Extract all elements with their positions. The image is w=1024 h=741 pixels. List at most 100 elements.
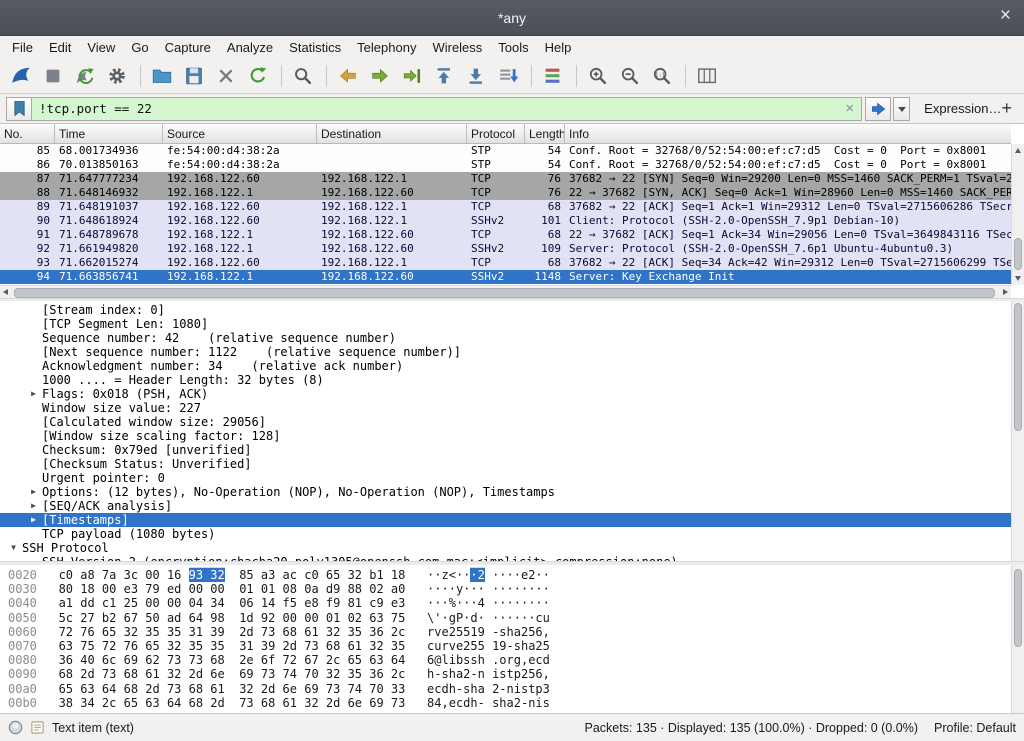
go-first-packet-button[interactable] xyxy=(429,62,459,90)
expand-arrow-icon[interactable]: ▶ xyxy=(25,485,42,499)
packet-row[interactable]: 90 71.648618924 192.168.122.60 192.168.1… xyxy=(0,214,1011,228)
save-file-button[interactable] xyxy=(179,62,209,90)
packet-row[interactable]: 92 71.661949820 192.168.122.1 192.168.12… xyxy=(0,242,1011,256)
find-packet-button[interactable] xyxy=(288,62,318,90)
packet-row[interactable]: 88 71.648146932 192.168.122.1 192.168.12… xyxy=(0,186,1011,200)
detail-line[interactable]: ▶ [Timestamps] xyxy=(0,513,1011,527)
col-header-time[interactable]: Time xyxy=(55,124,163,143)
expression-button[interactable]: Expression… xyxy=(924,101,1001,116)
clear-filter-icon[interactable]: × xyxy=(838,100,861,117)
detail-line[interactable]: Urgent pointer: 0 xyxy=(0,471,1011,485)
menu-wireless[interactable]: Wireless xyxy=(424,40,490,55)
restart-capture-button[interactable] xyxy=(70,62,100,90)
capture-options-button[interactable] xyxy=(102,62,132,90)
detail-line[interactable]: ▶ [SEQ/ACK analysis] xyxy=(0,499,1011,513)
zoom-normal-button[interactable]: 1:1 xyxy=(647,62,677,90)
packet-row[interactable]: 89 71.648191037 192.168.122.60 192.168.1… xyxy=(0,200,1011,214)
go-to-packet-button[interactable] xyxy=(397,62,427,90)
go-back-button[interactable] xyxy=(333,62,363,90)
detail-line[interactable]: ▶ Flags: 0x018 (PSH, ACK) xyxy=(0,387,1011,401)
detail-line[interactable]: Checksum: 0x79ed [unverified] xyxy=(0,443,1011,457)
detail-line[interactable]: TCP payload (1080 bytes) xyxy=(0,527,1011,541)
start-capture-button[interactable] xyxy=(6,62,36,90)
detail-line[interactable]: Window size value: 227 xyxy=(0,401,1011,415)
hex-row[interactable]: 0090 68 2d 73 68 61 32 2d 6e 69 73 74 70… xyxy=(8,667,550,681)
open-file-button[interactable] xyxy=(147,62,177,90)
zoom-in-button[interactable] xyxy=(583,62,613,90)
col-header-protocol[interactable]: Protocol xyxy=(467,124,525,143)
capture-comment-icon[interactable] xyxy=(30,720,45,735)
packet-row[interactable]: 85 68.001734936 fe:54:00:d4:38:2a STP 54… xyxy=(0,144,1011,158)
details-vscroll-thumb[interactable] xyxy=(1014,303,1022,431)
expand-arrow-icon[interactable]: ▶ xyxy=(25,387,42,401)
display-filter-input[interactable] xyxy=(32,101,838,116)
auto-scroll-button[interactable] xyxy=(493,62,523,90)
filter-dropdown-button[interactable] xyxy=(893,97,910,121)
packet-row[interactable]: 91 71.648789678 192.168.122.1 192.168.12… xyxy=(0,228,1011,242)
col-header-source[interactable]: Source xyxy=(163,124,317,143)
detail-line[interactable]: [Next sequence number: 1122 (relative se… xyxy=(0,345,1011,359)
close-file-button[interactable] xyxy=(211,62,241,90)
detail-line[interactable]: [TCP Segment Len: 1080] xyxy=(0,317,1011,331)
expand-arrow-icon[interactable]: ▶ xyxy=(25,513,42,527)
detail-line[interactable]: ▼ SSH Protocol xyxy=(0,541,1011,555)
menu-view[interactable]: View xyxy=(79,40,123,55)
menu-analyze[interactable]: Analyze xyxy=(219,40,281,55)
detail-line[interactable]: ▶ Options: (12 bytes), No-Operation (NOP… xyxy=(0,485,1011,499)
expand-arrow-icon[interactable]: ▼ xyxy=(5,541,22,555)
hex-row[interactable]: 0060 72 76 65 32 35 35 31 39 2d 73 68 61… xyxy=(8,625,550,639)
scroll-up-arrow-icon[interactable] xyxy=(1015,148,1021,153)
hex-row[interactable]: 0070 63 75 72 76 65 32 35 35 31 39 2d 73… xyxy=(8,639,550,653)
display-filter-field[interactable]: × xyxy=(32,97,862,121)
packet-row[interactable]: 86 70.013850163 fe:54:00:d4:38:2a STP 54… xyxy=(0,158,1011,172)
scroll-right-arrow-icon[interactable] xyxy=(1003,289,1008,295)
packet-list-vscrollbar[interactable] xyxy=(1011,144,1024,285)
expert-info-icon[interactable] xyxy=(8,720,23,735)
detail-line[interactable]: Acknowledgment number: 34 (relative ack … xyxy=(0,359,1011,373)
hex-row[interactable]: 0050 5c 27 b2 67 50 ad 64 98 1d 92 00 00… xyxy=(8,611,550,625)
detail-line[interactable]: Sequence number: 42 (relative sequence n… xyxy=(0,331,1011,345)
packet-row[interactable]: 93 71.662015274 192.168.122.60 192.168.1… xyxy=(0,256,1011,270)
expand-arrow-icon[interactable]: ▶ xyxy=(25,499,42,513)
close-window-button[interactable]: × xyxy=(1000,6,1011,26)
packet-row[interactable]: 94 71.663856741 192.168.122.1 192.168.12… xyxy=(0,270,1011,284)
detail-line[interactable]: [Stream index: 0] xyxy=(0,303,1011,317)
resize-columns-button[interactable] xyxy=(692,62,722,90)
menu-statistics[interactable]: Statistics xyxy=(281,40,349,55)
packet-list-vscroll-thumb[interactable] xyxy=(1014,238,1022,270)
hex-row[interactable]: 0020 c0 a8 7a 3c 00 16 93 32 85 a3 ac c0… xyxy=(8,568,550,582)
col-header-no[interactable]: No. xyxy=(0,124,55,143)
colorize-button[interactable] xyxy=(538,62,568,90)
filter-bookmark-button[interactable] xyxy=(6,97,32,121)
details-vscrollbar[interactable] xyxy=(1011,301,1024,561)
statusbar-profile[interactable]: Profile: Default xyxy=(934,721,1016,735)
packet-list-hscroll-thumb[interactable] xyxy=(14,288,995,298)
menu-tools[interactable]: Tools xyxy=(490,40,536,55)
menu-file[interactable]: File xyxy=(4,40,41,55)
hex-vscrollbar[interactable] xyxy=(1011,565,1024,713)
menu-capture[interactable]: Capture xyxy=(157,40,219,55)
zoom-out-button[interactable] xyxy=(615,62,645,90)
detail-line[interactable]: [Checksum Status: Unverified] xyxy=(0,457,1011,471)
go-forward-button[interactable] xyxy=(365,62,395,90)
hex-row[interactable]: 0080 36 40 6c 69 62 73 73 68 2e 6f 72 67… xyxy=(8,653,550,667)
col-header-length[interactable]: Length xyxy=(525,124,565,143)
detail-line[interactable]: [Window size scaling factor: 128] xyxy=(0,429,1011,443)
reload-file-button[interactable] xyxy=(243,62,273,90)
go-last-packet-button[interactable] xyxy=(461,62,491,90)
detail-line[interactable]: 1000 .... = Header Length: 32 bytes (8) xyxy=(0,373,1011,387)
apply-filter-button[interactable] xyxy=(865,97,891,121)
menu-edit[interactable]: Edit xyxy=(41,40,79,55)
hex-row[interactable]: 0030 80 18 00 e3 79 ed 00 00 01 01 08 0a… xyxy=(8,582,550,596)
scroll-left-arrow-icon[interactable] xyxy=(3,289,8,295)
menu-help[interactable]: Help xyxy=(537,40,580,55)
menu-go[interactable]: Go xyxy=(123,40,156,55)
hex-row[interactable]: 0040 a1 dd c1 25 00 00 04 34 06 14 f5 e8… xyxy=(8,596,550,610)
menu-telephony[interactable]: Telephony xyxy=(349,40,424,55)
hex-row[interactable]: 00a0 65 63 64 68 2d 73 68 61 32 2d 6e 69… xyxy=(8,682,550,696)
add-filter-button[interactable]: + xyxy=(1001,98,1012,119)
hex-vscroll-thumb[interactable] xyxy=(1014,569,1022,647)
stop-capture-button[interactable] xyxy=(38,62,68,90)
hex-row[interactable]: 00b0 38 34 2c 65 63 64 68 2d 73 68 61 32… xyxy=(8,696,550,710)
col-header-destination[interactable]: Destination xyxy=(317,124,467,143)
